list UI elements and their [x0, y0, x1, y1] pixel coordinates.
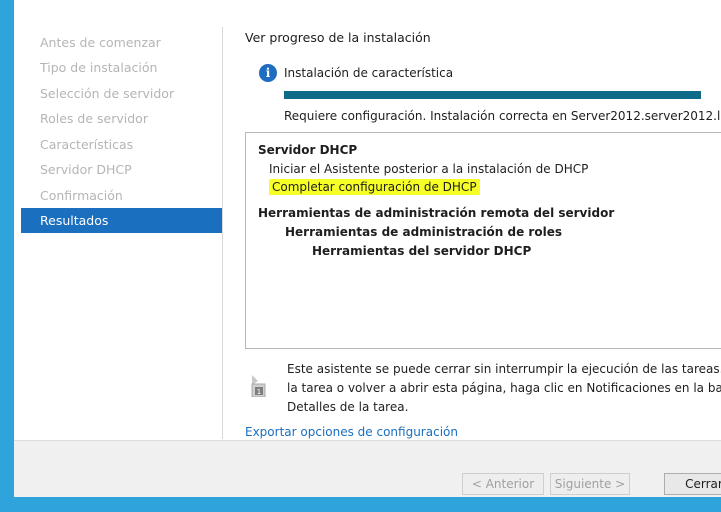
window-frame-left: [0, 0, 14, 512]
results-item-post-install-wizard: Iniciar el Asistente posterior a la inst…: [269, 162, 589, 176]
results-list[interactable]: Servidor DHCP Iniciar el Asistente poste…: [245, 132, 721, 349]
sidebar-item-resultados[interactable]: Resultados: [21, 208, 222, 233]
results-sub-dhcp-server-tools: Herramientas del servidor DHCP: [312, 244, 532, 258]
close-button[interactable]: Cerrar: [664, 473, 721, 495]
previous-button[interactable]: < Anterior: [462, 473, 544, 495]
complete-dhcp-configuration-text[interactable]: Completar configuración de DHCP: [269, 179, 480, 195]
note-line-1: Este asistente se puede cerrar sin inter…: [287, 362, 721, 376]
sidebar-item-antes-de-comenzar[interactable]: Antes de comenzar: [21, 30, 222, 55]
note-line-3: Detalles de la tarea.: [287, 400, 409, 414]
sidebar-item-seleccion-de-servidor[interactable]: Selección de servidor: [21, 81, 222, 106]
sidebar-item-tipo-de-instalacion[interactable]: Tipo de instalación: [21, 55, 222, 80]
results-section-rsat: Herramientas de administración remota de…: [258, 206, 615, 220]
wizard-window: Antes de comenzar Tipo de instalación Se…: [14, 0, 721, 497]
sidebar-divider: [222, 27, 223, 439]
svg-text:1: 1: [257, 388, 261, 396]
sidebar-item-confirmacion[interactable]: Confirmación: [21, 183, 222, 208]
close-wizard-note: Este asistente se puede cerrar sin inter…: [287, 360, 721, 417]
notification-flag-icon: 1: [251, 375, 266, 397]
sidebar-item-roles-de-servidor[interactable]: Roles de servidor: [21, 106, 222, 131]
note-line-2: la tarea o volver a abrir esta página, h…: [287, 381, 721, 395]
page-title: Ver progreso de la instalación: [245, 30, 431, 45]
installation-progress-bar: [284, 91, 701, 99]
next-button[interactable]: Siguiente >: [550, 473, 630, 495]
progress-fill: [284, 91, 701, 99]
feature-installation-label: Instalación de característica: [284, 66, 454, 80]
export-configuration-link[interactable]: Exportar opciones de configuración: [245, 425, 458, 439]
complete-dhcp-configuration-link[interactable]: Completar configuración de DHCP: [269, 179, 480, 195]
results-sub-role-admin-tools: Herramientas de administración de roles: [285, 225, 562, 239]
results-section-dhcp-server: Servidor DHCP: [258, 143, 358, 157]
installation-status-text: Requiere configuración. Instalación corr…: [284, 109, 721, 123]
sidebar-item-caracteristicas[interactable]: Características: [21, 132, 222, 157]
info-icon: i: [259, 64, 277, 82]
sidebar-item-servidor-dhcp[interactable]: Servidor DHCP: [21, 157, 222, 182]
wizard-footer: < Anterior Siguiente > Cerrar: [14, 440, 721, 497]
window-frame-bottom: [0, 497, 721, 512]
main-content: Ver progreso de la instalación i Instala…: [245, 0, 721, 497]
